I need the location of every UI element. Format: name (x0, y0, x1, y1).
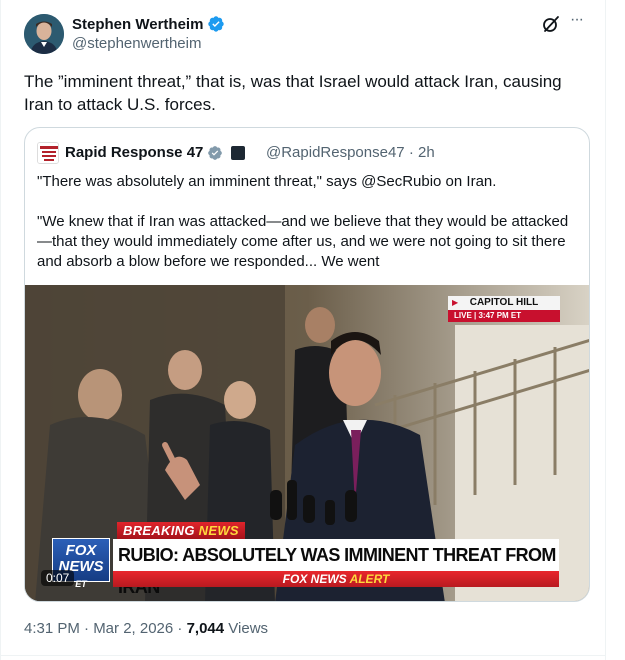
author-avatar[interactable] (24, 14, 64, 54)
live-time: 3:47 PM ET (478, 311, 522, 320)
tweet-text: The ”imminent threat,” that is, was that… (24, 72, 562, 114)
video-timecode: 0:07 (41, 570, 75, 586)
quoted-tweet-card[interactable]: Rapid Response 47 @RapidResponse47 · 2h … (24, 127, 590, 602)
right-border (605, 0, 606, 660)
verified-badge-icon (208, 145, 223, 160)
live-text: LIVE (454, 311, 472, 320)
quoted-text-line2: "We knew that if Iran was attacked—and w… (37, 213, 569, 270)
live-label: LIVE | 3:47 PM ET (448, 310, 560, 322)
author-handle[interactable]: @stephenwertheim (72, 35, 201, 52)
quoted-handle-time[interactable]: @RapidResponse47 · 2h (266, 144, 435, 161)
quoted-text-line1: "There was absolutely an imminent threat… (37, 173, 497, 190)
fox-news-alert: FOX NEWS ALERT (113, 571, 559, 587)
verified-badge-icon (208, 16, 225, 32)
divider (0, 655, 606, 656)
location-label: CAPITOL HILL (448, 296, 560, 310)
grok-icon[interactable] (541, 14, 561, 34)
views-count: 7,044 (186, 620, 225, 637)
views-label: Views (224, 620, 269, 637)
chyron-headline: RUBIO: ABSOLUTELY WAS IMMINENT THREAT FR… (113, 539, 559, 597)
author-name[interactable]: Stephen Wertheim (72, 15, 225, 33)
logo-sub: ET (75, 579, 87, 589)
flag-icon (231, 145, 246, 160)
more-icon[interactable]: ··· (570, 12, 590, 32)
breaking-news-banner: BREAKING NEWS (117, 522, 245, 539)
alert-word: ALERT (349, 572, 390, 586)
left-border (0, 0, 1, 660)
breaking-text: BREAKING (123, 523, 195, 538)
video-player[interactable]: CAPITOL HILL LIVE | 3:47 PM ET BREAKING … (25, 285, 589, 601)
timestamp[interactable]: 4:31 PM · Mar 2, 2026 · (24, 620, 187, 637)
quoted-author-name[interactable]: Rapid Response 47 (65, 144, 246, 161)
tweet-metadata: 4:31 PM · Mar 2, 2026 · 7,044 Views (24, 620, 268, 637)
quoted-text: "There was absolutely an imminent threat… (37, 172, 577, 292)
quoted-avatar[interactable] (37, 142, 59, 164)
quoted-name-text[interactable]: Rapid Response 47 (65, 144, 203, 161)
live-badge: CAPITOL HILL LIVE | 3:47 PM ET (448, 296, 560, 322)
alert-fox: FOX NEWS (282, 572, 347, 586)
breaking-news-text: NEWS (198, 523, 239, 538)
author-name-text[interactable]: Stephen Wertheim (72, 16, 203, 33)
